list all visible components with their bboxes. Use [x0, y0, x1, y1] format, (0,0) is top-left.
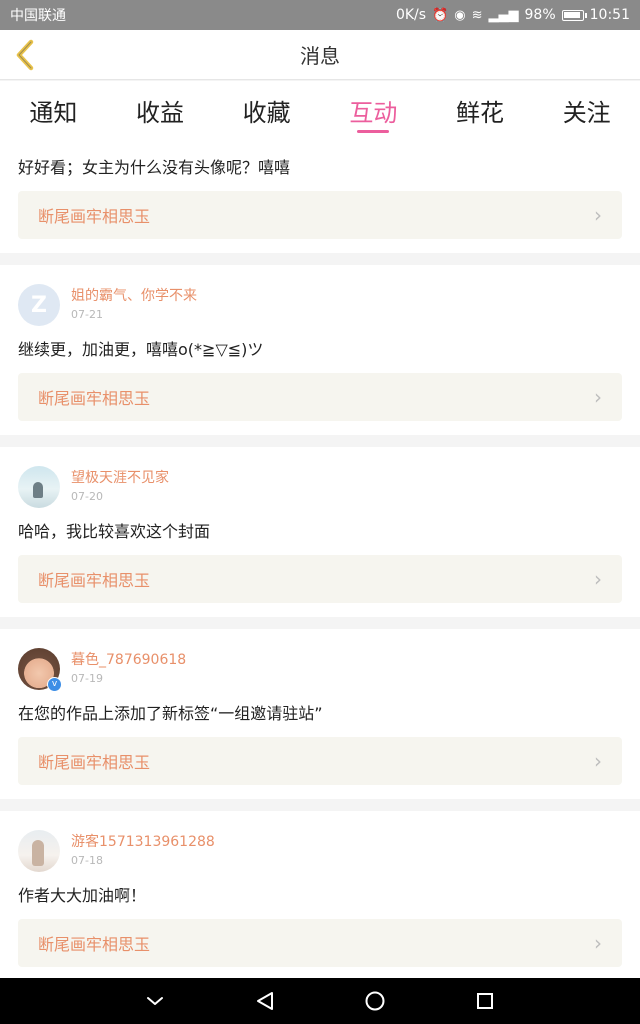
- page-title: 消息: [300, 44, 340, 68]
- chevron-right-icon: ›: [594, 931, 602, 955]
- username[interactable]: 游客1571313961288: [71, 833, 215, 851]
- chevron-right-icon: ›: [594, 567, 602, 591]
- chevron-right-icon: ›: [594, 749, 602, 773]
- work-title: 断尾画牢相思玉: [38, 935, 151, 954]
- avatar[interactable]: [18, 830, 60, 872]
- chevron-right-icon: ›: [594, 203, 602, 227]
- work-link[interactable]: 断尾画牢相思玉 ›: [18, 191, 622, 239]
- circle-home-icon: [365, 991, 385, 1011]
- feed-item: Z 姐的霸气、你学不来 07-21 继续更，加油更，嘻嘻o(*≧▽≦)ツ 断尾画…: [0, 265, 640, 435]
- back-nav-button[interactable]: [210, 978, 320, 1024]
- eye-icon: ◉: [454, 7, 466, 23]
- tab-earnings[interactable]: 收益: [107, 81, 214, 136]
- chevron-right-icon: ›: [594, 385, 602, 409]
- avatar[interactable]: [18, 466, 60, 508]
- wifi-icon: ≋: [471, 7, 483, 23]
- comment-text: 继续更，加油更，嘻嘻o(*≧▽≦)ツ: [18, 340, 264, 359]
- feed-item: 游客1571313961288 07-18 作者大大加油啊！ 断尾画牢相思玉 ›: [0, 811, 640, 978]
- chevron-down-icon: [147, 997, 163, 1005]
- alarm-icon: ⏰: [432, 7, 449, 23]
- user-row: 望极天涯不见家 07-20: [18, 465, 622, 509]
- comment-date: 07-20: [71, 490, 103, 503]
- comment-text: 哈哈，我比较喜欢这个封面: [18, 522, 211, 541]
- battery-icon: [561, 9, 587, 21]
- user-row: v 暮色_787690618 07-19: [18, 647, 622, 692]
- comment-date: 07-21: [71, 308, 103, 321]
- work-title: 断尾画牢相思玉: [38, 207, 151, 226]
- tab-flowers[interactable]: 鲜花: [427, 81, 534, 136]
- network-speed: 0K/s: [395, 7, 427, 23]
- user-row: 游客1571313961288 07-18: [18, 829, 622, 873]
- chevron-left-icon: [16, 39, 34, 71]
- battery-percent: 98%: [524, 7, 556, 23]
- work-title: 断尾画牢相思玉: [38, 753, 151, 772]
- square-recents-icon: [477, 993, 493, 1009]
- tab-following[interactable]: 关注: [533, 81, 640, 136]
- signal-icon: ▂▄▆: [488, 7, 519, 23]
- tab-interactions[interactable]: 互动: [320, 81, 427, 136]
- comment-date: 07-18: [71, 854, 103, 867]
- avatar-letter: Z: [31, 292, 47, 318]
- username[interactable]: 望极天涯不见家: [71, 469, 169, 487]
- tab-notifications[interactable]: 通知: [0, 81, 107, 136]
- interaction-feed: 好好看；女主为什么没有头像呢？嘻嘻 断尾画牢相思玉 › Z 姐的霸气、你学不来 …: [0, 136, 640, 978]
- comment-text: 在您的作品上添加了新标签“一组邀请驻站”: [18, 704, 323, 723]
- work-link[interactable]: 断尾画牢相思玉 ›: [18, 919, 622, 967]
- system-nav-bar: [0, 978, 640, 1024]
- verified-badge-icon: v: [47, 677, 62, 692]
- work-link[interactable]: 断尾画牢相思玉 ›: [18, 737, 622, 785]
- clock: 10:51: [589, 7, 630, 23]
- feed-item: 望极天涯不见家 07-20 哈哈，我比较喜欢这个封面 断尾画牢相思玉 ›: [0, 447, 640, 617]
- back-button[interactable]: [10, 38, 40, 72]
- tab-bar: 通知 收益 收藏 互动 鲜花 关注: [0, 81, 640, 136]
- carrier-label: 中国联通: [10, 8, 66, 24]
- user-meta: 暮色_787690618 07-19: [71, 651, 186, 687]
- username[interactable]: 姐的霸气、你学不来: [71, 287, 197, 305]
- hide-nav-button[interactable]: [100, 978, 210, 1024]
- recents-nav-button[interactable]: [430, 978, 540, 1024]
- user-meta: 游客1571313961288 07-18: [71, 833, 215, 869]
- comment-date: 07-19: [71, 672, 103, 685]
- comment-text: 好好看；女主为什么没有头像呢？嘻嘻: [18, 158, 291, 177]
- user-meta: 望极天涯不见家 07-20: [71, 469, 169, 505]
- home-nav-button[interactable]: [320, 978, 430, 1024]
- triangle-back-icon: [257, 992, 273, 1010]
- status-icons: 0K/s ⏰ ◉ ≋ ▂▄▆ 98% 10:51: [396, 7, 630, 23]
- comment-text: 作者大大加油啊！: [18, 886, 147, 905]
- default-avatar-icon[interactable]: Z: [18, 284, 60, 326]
- user-row: Z 姐的霸气、你学不来 07-21: [18, 283, 622, 327]
- tab-favorites[interactable]: 收藏: [213, 81, 320, 136]
- user-meta: 姐的霸气、你学不来 07-21: [71, 287, 197, 323]
- work-link[interactable]: 断尾画牢相思玉 ›: [18, 555, 622, 603]
- feed-item: v 暮色_787690618 07-19 在您的作品上添加了新标签“一组邀请驻站…: [0, 629, 640, 799]
- feed-item: 好好看；女主为什么没有头像呢？嘻嘻 断尾画牢相思玉 ›: [0, 136, 640, 253]
- title-bar: 消息: [0, 30, 640, 80]
- avatar[interactable]: v: [18, 648, 62, 692]
- username[interactable]: 暮色_787690618: [71, 651, 186, 669]
- work-title: 断尾画牢相思玉: [38, 389, 151, 408]
- work-title: 断尾画牢相思玉: [38, 571, 151, 590]
- status-bar: 中国联通 0K/s ⏰ ◉ ≋ ▂▄▆ 98% 10:51: [0, 0, 640, 30]
- work-link[interactable]: 断尾画牢相思玉 ›: [18, 373, 622, 421]
